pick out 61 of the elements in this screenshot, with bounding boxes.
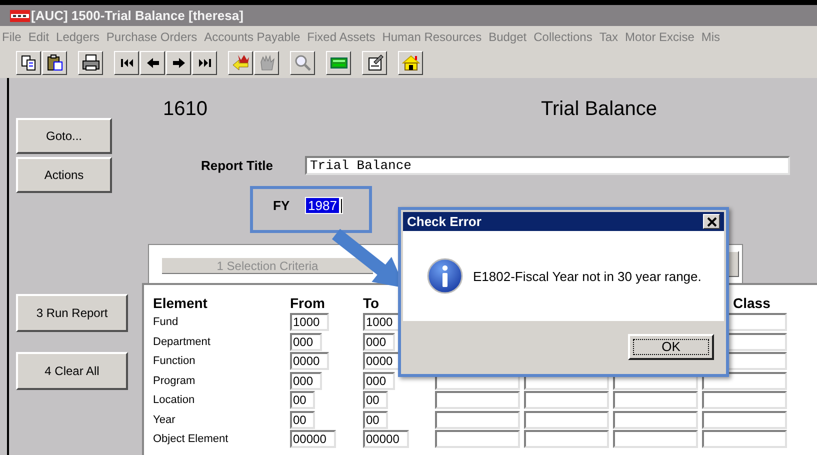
calculator-icon[interactable] (326, 51, 351, 75)
home-icon[interactable] (398, 51, 423, 75)
search-icon[interactable] (290, 51, 315, 75)
error-message: E1802-Fiscal Year not in 30 year range. (473, 268, 702, 284)
to-field[interactable]: 00 (363, 391, 388, 410)
first-record-icon[interactable] (114, 51, 139, 75)
info-icon (427, 258, 463, 294)
input-field[interactable] (524, 430, 609, 448)
close-icon[interactable] (703, 214, 720, 229)
column-header: Class (732, 294, 772, 311)
input-field[interactable] (524, 391, 609, 410)
column-header: From (290, 294, 326, 311)
row-label: Fund (153, 316, 180, 328)
ok-button[interactable]: OK (628, 334, 714, 360)
input-field[interactable] (435, 410, 520, 429)
report-number: 1610 (163, 98, 208, 122)
form-icon[interactable] (362, 51, 387, 75)
from-field[interactable]: 000 (290, 372, 322, 390)
action-button[interactable]: 3 Run Report (16, 294, 128, 332)
from-field[interactable]: 00000 (290, 430, 336, 448)
field-label: Report Title (201, 158, 274, 173)
to-field[interactable]: 000 (363, 332, 395, 351)
row-label: Program (153, 374, 196, 387)
dialog-title: Check Error (407, 214, 482, 229)
window-title: [AUC] 1500-Trial Balance [theresa] (31, 8, 244, 23)
row-label: Location (153, 394, 196, 406)
from-field[interactable]: 00 (290, 410, 315, 429)
row-label: Object Element (153, 433, 230, 446)
row-label: Department (153, 336, 212, 348)
copy-icon[interactable] (16, 51, 41, 75)
to-field[interactable]: 000 (363, 372, 395, 390)
from-field[interactable]: 0000 (290, 352, 329, 370)
row-label: Year (153, 414, 176, 426)
input-field[interactable] (702, 410, 787, 429)
report-name: Trial Balance (541, 98, 657, 122)
report-title-field[interactable]: Trial Balance (305, 156, 790, 175)
input-field[interactable] (435, 430, 520, 448)
last-record-icon[interactable] (192, 51, 217, 75)
action-button[interactable]: 4 Clear All (16, 352, 128, 390)
app-icon (10, 10, 30, 22)
input-field[interactable] (613, 391, 698, 410)
from-field[interactable]: 00 (290, 391, 315, 410)
input-field[interactable] (613, 410, 698, 429)
row-label: Function (153, 355, 196, 368)
input-field[interactable] (613, 430, 698, 448)
column-header: Element (153, 294, 208, 311)
to-field[interactable]: 00000 (363, 430, 409, 448)
from-field[interactable]: 1000 (290, 313, 329, 332)
from-field[interactable]: 000 (290, 332, 322, 351)
paste-icon[interactable] (42, 51, 67, 75)
column-header: To (363, 294, 380, 311)
input-field[interactable] (702, 391, 787, 410)
input-field[interactable] (702, 430, 787, 448)
to-field[interactable]: 00 (363, 410, 388, 429)
input-field[interactable] (435, 391, 520, 410)
printer-icon[interactable] (78, 51, 103, 75)
action-button[interactable]: Goto... (16, 118, 112, 154)
fiscal-year-field[interactable]: 1987 (305, 197, 343, 214)
input-field[interactable] (524, 410, 609, 429)
action-button[interactable]: Actions (16, 157, 112, 193)
field-label: FY (273, 198, 291, 213)
